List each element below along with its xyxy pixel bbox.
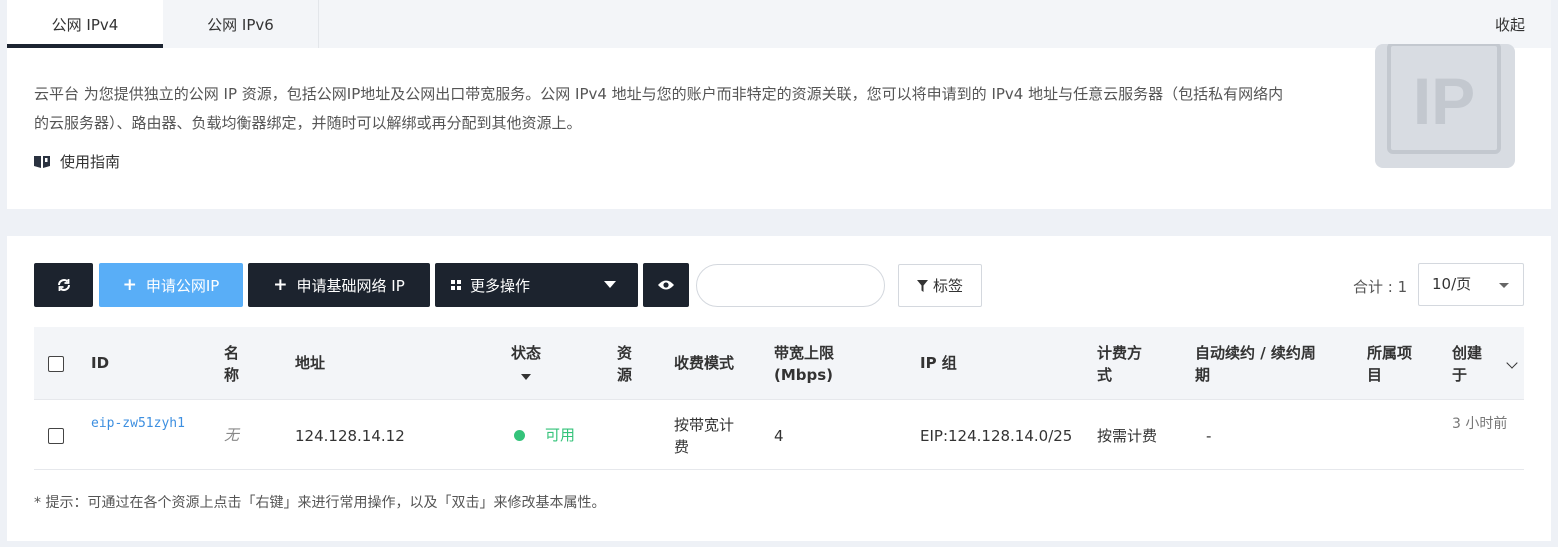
table-header: ID 名称 地址 状态 资源 收费模式 带宽上限 (Mbps) IP 组 计费方… [34,327,1524,400]
col-bandwidth[interactable]: 带宽上限 (Mbps) [774,342,854,386]
info-panel: 云平台 为您提供独立的公网 IP 资源，包括公网IP地址及公网出口带宽服务。公网… [7,44,1551,209]
row-id-link[interactable]: eip-zw51zyh1 [91,414,187,434]
row-billing: 按需计费 [1097,427,1158,445]
book-icon [34,156,50,168]
row-address: 124.128.14.12 [295,427,405,445]
page-size-value: 10/页 [1432,275,1472,293]
ip-logo-icon: IP [1375,44,1515,168]
apply-basic-ip-label: 申请基础网络 IP [296,276,405,295]
col-name[interactable]: 名称 [224,342,242,386]
grid-icon [451,280,461,290]
caret-down-icon [1499,283,1509,288]
more-actions-dropdown[interactable]: 更多操作 [435,263,638,307]
row-name: 无 [224,426,240,444]
total-count: 合计 : 1 [1353,278,1408,296]
row-bandwidth: 4 [774,427,784,445]
sort-caret-icon [521,374,531,380]
table-row[interactable]: eip-zw51zyh1 无 124.128.14.12 可用 按带宽计费 4 … [34,400,1524,470]
refresh-icon [57,279,70,291]
search-input[interactable] [696,264,885,307]
tag-filter-button[interactable]: 标签 [898,264,982,307]
col-status-label: 状态 [511,344,542,362]
tab-ipv4[interactable]: 公网 IPv4 [7,0,163,48]
chevron-down-icon[interactable] [1506,357,1518,369]
refresh-button[interactable] [34,263,93,307]
usage-hint: * 提示：可通过在各个资源上点击「右键」来进行常用操作，以及「双击」来修改基本属… [34,495,606,511]
apply-eip-button[interactable]: + 申请公网IP [99,263,243,307]
info-description: 云平台 为您提供独立的公网 IP 资源，包括公网IP地址及公网出口带宽服务。公网… [34,85,1284,132]
caret-down-icon [604,281,616,288]
apply-basic-ip-button[interactable]: + 申请基础网络 IP [248,263,430,307]
tab-bar: 公网 IPv4 公网 IPv6 收起 [7,0,1551,48]
col-resource[interactable]: 资源 [617,342,635,386]
usage-guide-label: 使用指南 [60,153,121,171]
col-billing[interactable]: 计费方式 [1097,342,1152,386]
col-status[interactable]: 状态 [511,342,541,386]
col-renew[interactable]: 自动续约 / 续约周期 [1195,342,1325,386]
col-project[interactable]: 所属项目 [1367,342,1422,386]
row-checkbox[interactable] [48,428,64,444]
usage-guide-link[interactable]: 使用指南 [34,151,120,172]
row-created: 3 小时前 [1452,416,1508,432]
plus-icon: + [122,275,137,295]
row-ip-group: EIP:124.128.14.0/25 [920,427,1073,445]
tag-filter-label: 标签 [932,277,963,295]
col-charge-mode[interactable]: 收费模式 [674,352,734,374]
col-ip-group[interactable]: IP 组 [920,352,957,374]
row-renew: - [1206,427,1212,445]
col-created[interactable]: 创建于 [1452,342,1488,386]
tab-ipv6[interactable]: 公网 IPv6 [163,0,319,48]
plus-icon: + [273,275,288,295]
eye-icon [658,280,674,290]
more-actions-label: 更多操作 [470,276,531,295]
page-size-select[interactable]: 10/页 [1418,263,1524,306]
collapse-button[interactable]: 收起 [1495,0,1525,48]
select-all-checkbox[interactable] [48,356,64,372]
row-status-label: 可用 [545,426,576,444]
apply-eip-label: 申请公网IP [145,276,220,295]
row-status: 可用 [514,424,575,446]
eip-list-panel: + 申请公网IP + 申请基础网络 IP 更多操作 标签 合计 : 1 10/页… [7,236,1551,541]
column-visibility-button[interactable] [643,263,689,307]
status-dot-icon [514,430,525,441]
filter-icon [916,279,928,292]
row-charge-mode: 按带宽计费 [674,416,735,456]
col-address[interactable]: 地址 [295,352,325,374]
col-id[interactable]: ID [91,352,109,374]
ip-logo-text: IP [1413,64,1475,138]
